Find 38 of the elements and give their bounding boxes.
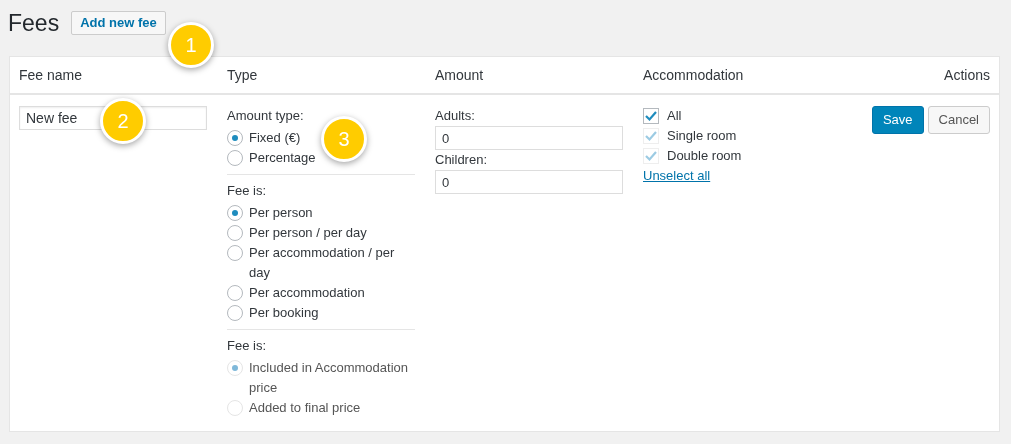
checkbox[interactable] [643,108,659,124]
option-label: Per accommodation / per day [249,244,396,282]
add-new-fee-button[interactable]: Add new fee [71,11,166,35]
option-label: Fixed (€) [249,129,301,147]
radio-button[interactable] [227,285,243,301]
radio-button[interactable] [227,305,243,321]
group-label: Amount type: [227,107,305,125]
column-header: Accommodation [643,66,744,83]
group-label: Fee is: [227,337,267,355]
radio-button[interactable] [227,150,243,166]
option-label: Double room [667,147,742,166]
option-label: Single room [667,127,737,146]
numbered-callout: 1 [168,22,214,68]
radio-button[interactable] [227,130,243,146]
field-label: Children: [435,151,489,169]
option-label: All [667,107,682,126]
option-label: Per person / per day [249,224,367,242]
amount-field[interactable]: 0 [435,126,623,150]
column-header: Actions [944,65,990,85]
column-header: Fee name [19,66,83,83]
field-label: Adults: [435,107,476,125]
column-header: Amount [435,66,484,83]
radio-button[interactable] [227,225,243,241]
option-label: Added to final price [249,399,361,417]
radio-button[interactable] [227,245,243,261]
option-label: Included in Accommodation price [249,359,409,397]
amount-field[interactable]: 0 [435,170,623,194]
option-label: Per booking [249,304,319,322]
radio-button[interactable] [227,205,243,221]
group-label: Fee is: [227,182,267,200]
option-label: Percentage [249,149,316,167]
column-header: Type [227,66,258,83]
save-button[interactable]: Save [871,106,924,134]
option-label: Per accommodation [249,284,365,302]
page-title: Fees [8,8,60,38]
cancel-button[interactable]: Cancel [927,106,990,134]
option-label: Per person [249,204,313,222]
unselect-all-link[interactable]: Unselect all [643,166,711,186]
